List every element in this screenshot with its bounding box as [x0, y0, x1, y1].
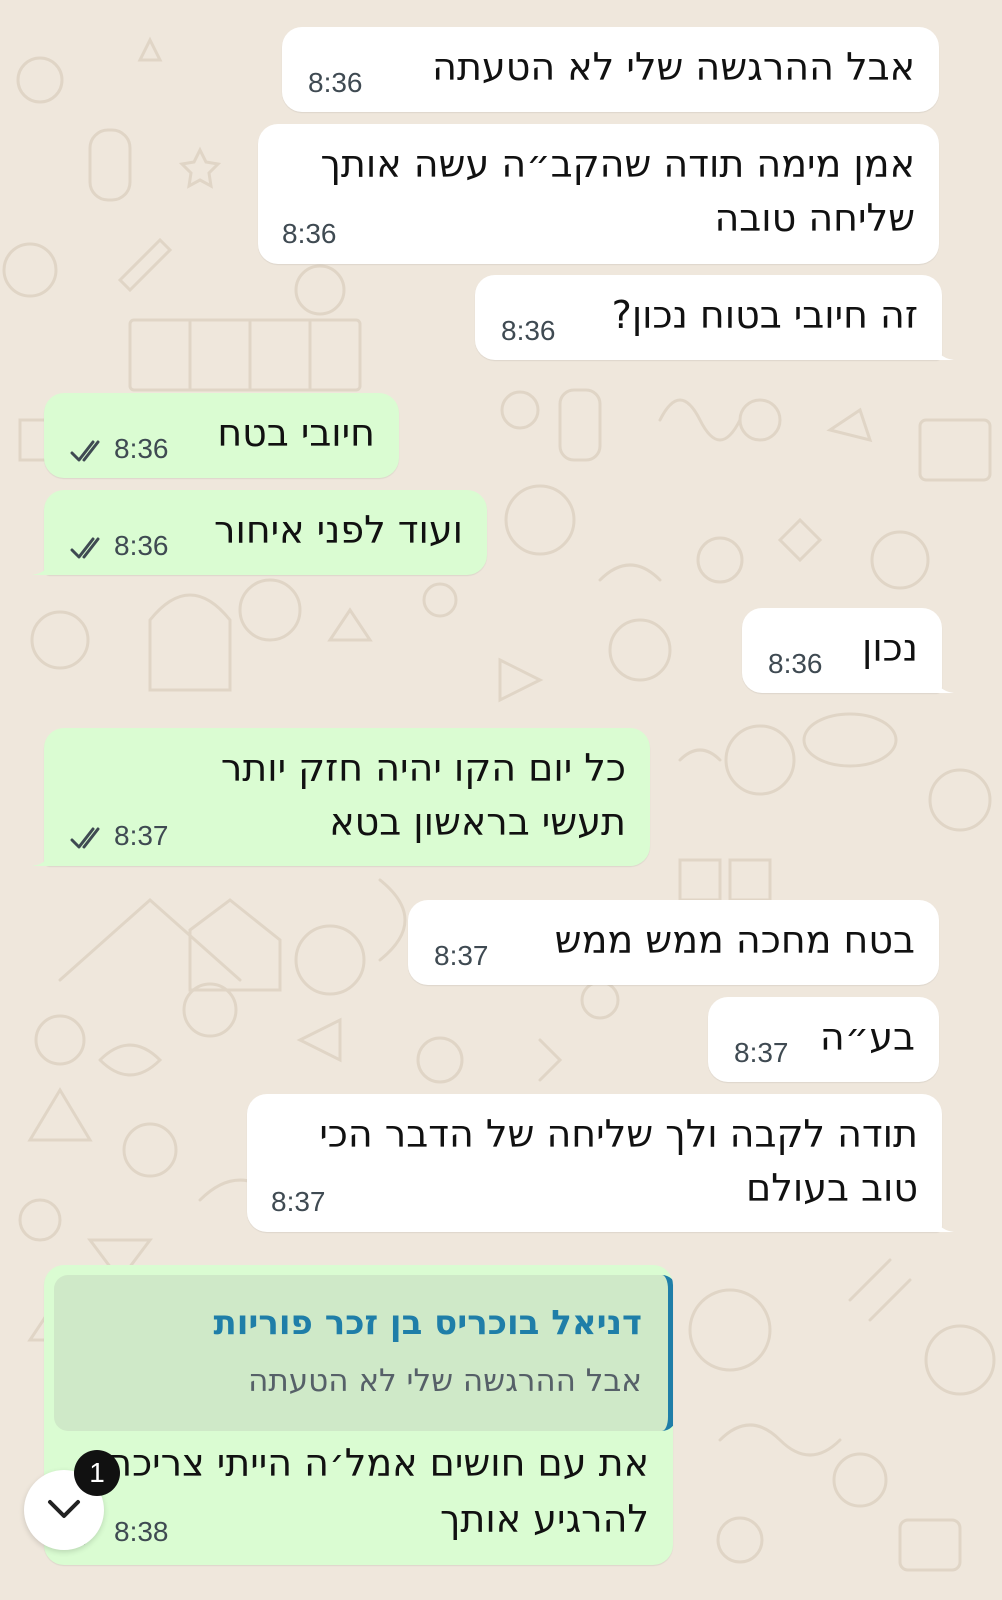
message-timestamp: 8:36	[114, 433, 169, 464]
message-bubble-incoming[interactable]: בטח מחכה ממש ממש 8:37	[408, 900, 939, 985]
bubble-tail	[32, 553, 54, 575]
message-text-line-2: להרגיע אותך	[439, 1497, 649, 1541]
message-text-line-1: את עם חושים אמל׳ה הייתי צריכה	[107, 1441, 649, 1485]
message-bubble-incoming[interactable]: תודה לקבה ולך שליחה של הדבר הכי טוב בעול…	[247, 1094, 954, 1232]
message-text: בטח מחכה ממש ממש	[554, 918, 915, 962]
read-receipt-icon	[70, 827, 100, 849]
message-timestamp: 8:36	[308, 67, 363, 98]
message-timestamp: 8:36	[501, 315, 556, 346]
message-bubble-outgoing[interactable]: ועוד לפני איחור 8:36	[32, 490, 487, 575]
bubble-tail	[932, 338, 954, 360]
message-timestamp: 8:37	[734, 1037, 789, 1068]
message-text-line-2: שליחה טובה	[714, 196, 915, 240]
message-bubble-incoming[interactable]: אמן מימה תודה שהקב״ה עשה אותך שליחה טובה…	[258, 124, 939, 264]
bubble-tail	[932, 671, 954, 693]
message-bubble-incoming[interactable]: נכון 8:36	[742, 608, 954, 693]
message-bubble-incoming[interactable]: אבל ההרגשה שלי לא הטעתה 8:36	[282, 27, 939, 112]
message-text: נכון	[861, 626, 918, 670]
message-timestamp: 8:36	[282, 218, 337, 249]
message-timestamp: 8:36	[114, 530, 169, 561]
message-bubble-incoming[interactable]: זה חיובי בטוח נכון? 8:36	[475, 275, 954, 360]
message-timestamp: 8:37	[271, 1186, 326, 1217]
bubble-tail	[932, 1210, 954, 1232]
message-bubble-incoming[interactable]: בע״ה 8:37	[708, 997, 939, 1082]
chevron-down-icon	[48, 1500, 80, 1518]
message-bubble-outgoing[interactable]: חיובי בטח 8:36	[44, 393, 399, 478]
message-text: אבל ההרגשה שלי לא הטעתה	[432, 45, 915, 89]
read-receipt-icon	[70, 440, 100, 462]
quoted-message[interactable]: דניאל בוכריס בן זכר פוריות אבל ההרגשה של…	[54, 1275, 673, 1431]
quoted-sender-name: דניאל בוכריס בן זכר פוריות	[213, 1303, 643, 1343]
message-text-line-2: טוב בעולם	[746, 1166, 918, 1210]
message-text: חיובי בטח	[217, 411, 375, 455]
message-text-line-1: כל יום הקו יהיה חזק יותר	[220, 746, 626, 790]
message-bubble-outgoing[interactable]: כל יום הקו יהיה חזק יותר תעשי בראשון בטא…	[32, 728, 650, 866]
message-text: בע״ה	[819, 1015, 915, 1059]
quoted-message-text: אבל ההרגשה שלי לא הטעתה	[248, 1363, 642, 1399]
message-text-line-1: תודה לקבה ולך שליחה של הדבר הכי	[319, 1112, 918, 1156]
message-text: זה חיובי בטוח נכון?	[611, 293, 918, 337]
message-timestamp: 8:37	[114, 820, 169, 851]
message-text-line-1: אמן מימה תודה שהקב״ה עשה אותך	[320, 142, 915, 186]
bubble-tail	[32, 844, 54, 866]
message-timestamp: 8:38	[114, 1516, 169, 1547]
read-receipt-icon	[70, 537, 100, 559]
message-timestamp: 8:36	[768, 648, 823, 679]
message-bubble-outgoing-reply[interactable]: דניאל בוכריס בן זכר פוריות אבל ההרגשה של…	[44, 1265, 673, 1565]
unread-count-badge: 1	[74, 1450, 120, 1496]
message-text-line-2: תעשי בראשון בטא	[329, 800, 626, 844]
message-text: ועוד לפני איחור	[214, 508, 463, 552]
message-timestamp: 8:37	[434, 940, 489, 971]
